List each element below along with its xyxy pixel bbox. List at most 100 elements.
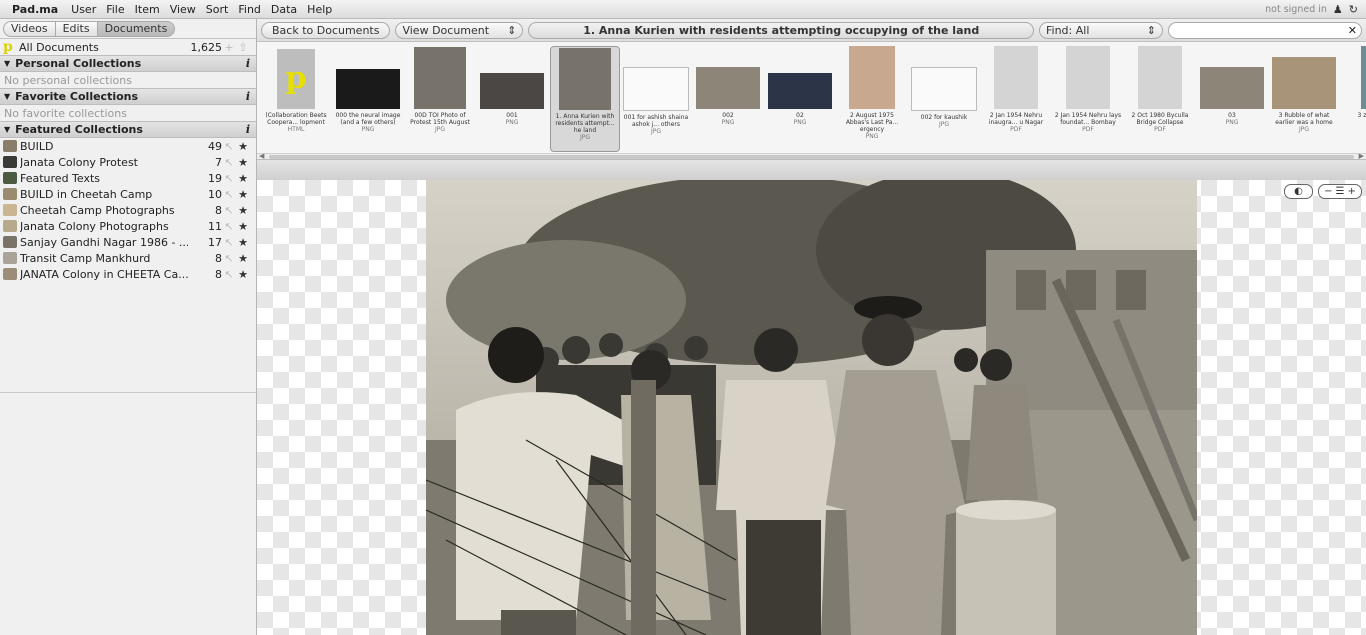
document-thumbnail-image <box>414 47 466 109</box>
padma-logo-icon: p <box>3 39 13 55</box>
clear-icon[interactable]: ✕ <box>1348 24 1357 37</box>
featured-collection-item[interactable]: Transit Camp Mankhurd 8 ↖ ★ <box>0 250 256 266</box>
document-thumbnail[interactable]: 02 PNG <box>766 46 834 150</box>
zoom-in-icon[interactable]: + <box>1347 186 1355 197</box>
document-thumbnail-image <box>1066 46 1110 109</box>
featured-collection-item[interactable]: Featured Texts 19 ↖ ★ <box>0 170 256 186</box>
document-thumbnail[interactable]: 3 zh st th sp <box>1342 46 1366 150</box>
document-thumbnail[interactable]: 2 Jan 1954 Nehru lays foundat... Bombay P… <box>1054 46 1122 150</box>
menu-find[interactable]: Find <box>233 3 266 16</box>
featured-collection-item[interactable]: JANATA Colony in CHEETA Ca... 8 ↖ ★ <box>0 266 256 282</box>
upload-icon[interactable]: ⇧ <box>236 41 250 54</box>
featured-collection-item[interactable]: Cheetah Camp Photographs 8 ↖ ★ <box>0 202 256 218</box>
document-thumbnail[interactable]: 001 for ashish shaina ashok j... others J… <box>622 46 690 150</box>
all-documents-row[interactable]: p All Documents 1,625 + ⇧ <box>0 39 256 55</box>
pointer-icon[interactable]: ↖ <box>222 220 236 233</box>
featured-collection-item[interactable]: Janata Colony Protest 7 ↖ ★ <box>0 154 256 170</box>
document-caption: 2 Jan 1954 Nehru inaugra... u Nagar <box>988 112 1044 126</box>
tab-documents[interactable]: Documents <box>97 20 176 37</box>
favorite-collections-header[interactable]: ▼ Favorite Collections i <box>0 88 256 105</box>
pointer-icon[interactable]: ↖ <box>222 204 236 217</box>
featured-collection-item[interactable]: Janata Colony Photographs 11 ↖ ★ <box>0 218 256 234</box>
star-icon[interactable]: ★ <box>236 268 250 281</box>
document-strip[interactable]: p (Collaboration Beets Coopera... lopment… <box>257 42 1366 157</box>
featured-collection-item[interactable]: Sanjay Gandhi Nagar 1986 - ... 17 ↖ ★ <box>0 234 256 250</box>
resize-bar[interactable] <box>257 159 1366 181</box>
view-document-select[interactable]: View Document ⇕ <box>395 21 524 39</box>
star-icon[interactable]: ★ <box>236 204 250 217</box>
tab-edits[interactable]: Edits <box>55 20 98 37</box>
search-input[interactable]: ✕ <box>1168 21 1362 39</box>
pointer-icon[interactable]: ↖ <box>222 188 236 201</box>
star-icon[interactable]: ★ <box>236 220 250 233</box>
document-caption: 002 <box>722 112 734 119</box>
star-icon[interactable]: ★ <box>236 172 250 185</box>
document-thumbnail-image <box>1272 57 1336 109</box>
document-thumbnail[interactable]: 1. Anna Kurien with residents attempt...… <box>550 46 620 152</box>
featured-collections-header[interactable]: ▼ Featured Collections i <box>0 121 256 138</box>
pointer-icon[interactable]: ↖ <box>222 252 236 265</box>
view-select-label: View Document <box>402 23 490 37</box>
document-type: PNG <box>505 119 519 126</box>
document-thumbnail[interactable]: 03 PNG <box>1198 46 1266 150</box>
star-icon[interactable]: ★ <box>236 188 250 201</box>
document-caption: 1. Anna Kurien with residents attempt...… <box>555 113 615 134</box>
document-thumbnail[interactable]: 002 for kaushik JPG <box>910 46 978 150</box>
zoom-slider-icon[interactable]: ☰ <box>1333 186 1348 197</box>
pointer-icon[interactable]: ↖ <box>222 172 236 185</box>
info-icon[interactable]: i <box>246 90 250 103</box>
featured-collection-item[interactable]: BUILD 49 ↖ ★ <box>0 138 256 154</box>
document-viewer[interactable]: ◐ − ☰ + <box>257 180 1366 635</box>
star-icon[interactable]: ★ <box>236 236 250 249</box>
star-icon[interactable]: ★ <box>236 252 250 265</box>
star-icon[interactable]: ★ <box>236 140 250 153</box>
collection-count: 49 <box>208 139 222 153</box>
personal-collections-header[interactable]: ▼ Personal Collections i <box>0 55 256 72</box>
document-type: JPG <box>1298 126 1310 133</box>
menu-view[interactable]: View <box>165 3 201 16</box>
document-thumbnail[interactable]: 000 the neural image (and a few others) P… <box>334 46 402 150</box>
document-thumbnail-image <box>559 48 611 110</box>
collection-count: 11 <box>208 219 222 233</box>
zoom-out-icon[interactable]: − <box>1324 186 1332 197</box>
collection-count: 17 <box>208 235 222 249</box>
pointer-icon[interactable]: ↖ <box>222 236 236 249</box>
collapse-triangle-icon[interactable]: ▼ <box>4 92 10 101</box>
document-thumbnail-image <box>1361 46 1366 109</box>
menu-item[interactable]: Item <box>130 3 165 16</box>
collapse-triangle-icon[interactable]: ▼ <box>4 59 10 68</box>
user-icon[interactable]: ♟ <box>1333 3 1343 16</box>
fit-toggle-icon[interactable]: ◐ <box>1284 184 1313 199</box>
menu-help[interactable]: Help <box>302 3 337 16</box>
document-thumbnail[interactable]: 2 Oct 1980 Byculla Bridge Collapse PDF <box>1126 46 1194 150</box>
app-name[interactable]: Pad.ma <box>0 3 66 16</box>
pointer-icon[interactable]: ↖ <box>222 156 236 169</box>
menu-data[interactable]: Data <box>266 3 302 16</box>
document-thumbnail[interactable]: 00D TOI Photo of Protest 15th August JPG <box>406 46 474 150</box>
collapse-triangle-icon[interactable]: ▼ <box>4 125 10 134</box>
menu-user[interactable]: User <box>66 3 101 16</box>
document-thumbnail[interactable]: 2 August 1975 Abbas's Last Pa... ergency… <box>838 46 906 150</box>
pointer-icon[interactable]: ↖ <box>222 140 236 153</box>
back-to-documents-button[interactable]: Back to Documents <box>261 21 391 39</box>
tab-videos[interactable]: Videos <box>3 20 56 37</box>
featured-collection-item[interactable]: BUILD in Cheetah Camp 10 ↖ ★ <box>0 186 256 202</box>
star-icon[interactable]: ★ <box>236 156 250 169</box>
document-thumbnail[interactable]: 002 PNG <box>694 46 762 150</box>
add-icon[interactable]: + <box>222 41 236 54</box>
document-caption: 2 Jan 1954 Nehru lays foundat... Bombay <box>1054 112 1122 126</box>
document-thumbnail-image <box>911 67 977 111</box>
menu-sort[interactable]: Sort <box>201 3 234 16</box>
menu-file[interactable]: File <box>101 3 129 16</box>
document-thumbnail[interactable]: 001 PNG <box>478 46 546 150</box>
info-icon[interactable]: i <box>246 57 250 70</box>
pointer-icon[interactable]: ↖ <box>222 268 236 281</box>
find-select[interactable]: Find: All ⇕ <box>1039 21 1163 39</box>
document-thumbnail[interactable]: p (Collaboration Beets Coopera... lopment… <box>262 46 330 150</box>
reload-icon[interactable]: ↻ <box>1349 3 1358 16</box>
document-thumbnail[interactable]: 2 Jan 1954 Nehru inaugra... u Nagar PDF <box>982 46 1050 150</box>
zoom-control[interactable]: − ☰ + <box>1318 184 1362 199</box>
collection-thumbnail <box>3 188 17 200</box>
info-icon[interactable]: i <box>246 123 250 136</box>
document-thumbnail[interactable]: 3 Rubble of what earlier was a home JPG <box>1270 46 1338 150</box>
